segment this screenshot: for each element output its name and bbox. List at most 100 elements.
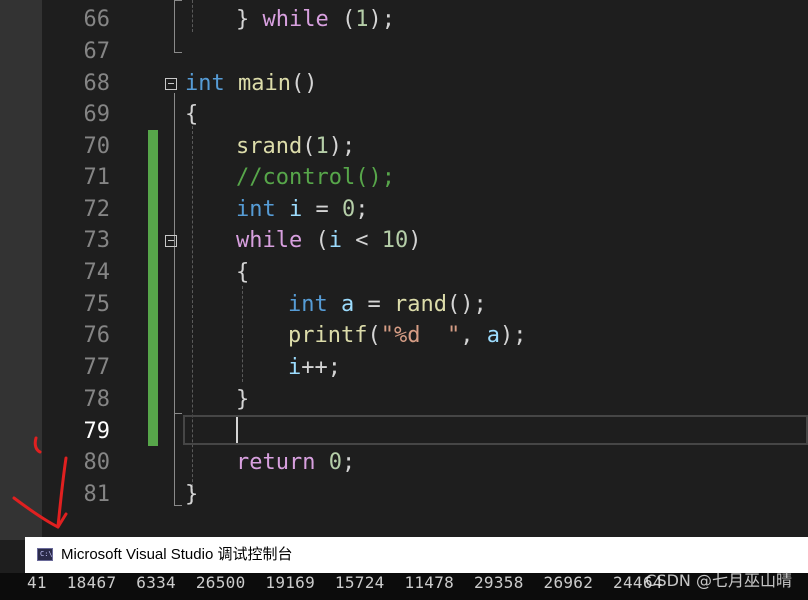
code-token: (: [302, 228, 329, 253]
code-line-71: 71 //control();: [42, 162, 808, 194]
code-editor[interactable]: 66 } while (1); 67 68 int main() 69 { 70…: [42, 0, 808, 540]
code-line-73: 73 while (i < 10): [42, 225, 808, 257]
code-text: {: [185, 99, 198, 131]
line-number: 74: [83, 260, 111, 285]
code-token: i: [288, 355, 302, 380]
code-text: int a = rand();: [288, 289, 487, 321]
console-title: Microsoft Visual Studio 调试控制台: [61, 546, 293, 563]
code-line-77: 77 i++;: [42, 352, 808, 384]
line-number: 79: [83, 419, 111, 444]
line-number: 72: [83, 197, 111, 222]
code-line-68: 68 int main(): [42, 68, 808, 100]
code-token: while: [236, 228, 303, 253]
code-token: }: [236, 7, 263, 32]
code-token: {: [185, 102, 199, 127]
code-token: (: [367, 323, 381, 348]
code-token: ,: [460, 323, 487, 348]
line-number: 71: [83, 165, 111, 190]
code-line-70: 70 srand(1);: [42, 131, 808, 163]
code-token: a: [341, 292, 355, 317]
code-token: return: [236, 450, 316, 475]
code-token: ++;: [301, 355, 341, 380]
code-token: =: [302, 197, 342, 222]
left-margin-strip: [0, 0, 42, 540]
code-token: ): [408, 228, 422, 253]
code-token: int: [236, 197, 276, 222]
line-number: 75: [83, 292, 111, 317]
code-token: int: [288, 292, 328, 317]
code-token: main: [238, 71, 291, 96]
console-app-icon: C:\: [37, 548, 53, 561]
code-text: i++;: [288, 352, 341, 384]
line-number: 80: [83, 450, 111, 475]
console-window-titlebar[interactable]: C:\ Microsoft Visual Studio 调试控制台: [25, 537, 808, 573]
code-token: (): [290, 71, 318, 96]
code-token: a: [486, 323, 500, 348]
code-line-81: 81 }: [42, 479, 808, 511]
line-number: 76: [83, 323, 111, 348]
code-token: );: [499, 323, 527, 348]
code-line-80: 80 return 0;: [42, 447, 808, 479]
code-token: rand: [394, 292, 447, 317]
code-line-72: 72 int i = 0;: [42, 194, 808, 226]
code-text: }: [236, 384, 249, 416]
code-line-74: 74 {: [42, 257, 808, 289]
code-token: printf: [288, 323, 368, 348]
watermark: CSDN @七月巫山晴: [645, 571, 792, 590]
code-line-75: 75 int a = rand();: [42, 289, 808, 321]
code-token: <: [341, 228, 382, 253]
code-token: }: [236, 387, 250, 412]
code-line-79: 79: [42, 416, 808, 448]
code-text: printf("%d ", a);: [288, 320, 526, 352]
code-text: //control();: [236, 162, 395, 194]
line-number: 81: [83, 482, 111, 507]
code-token: "%d ": [380, 323, 461, 348]
line-number: 70: [83, 134, 111, 159]
code-text: return 0;: [236, 447, 355, 479]
code-token: ();: [446, 292, 487, 317]
code-token: );: [328, 134, 356, 159]
code-text: while (i < 10): [236, 225, 421, 257]
fold-bracket-line: [174, 0, 182, 1]
code-token: while: [262, 7, 329, 32]
code-token: i: [328, 228, 342, 253]
code-token: );: [368, 7, 395, 32]
code-token: =: [354, 292, 394, 317]
code-token: 1: [355, 7, 369, 32]
code-line-78: 78 }: [42, 384, 808, 416]
line-number: 78: [83, 387, 111, 412]
code-token: srand: [236, 134, 303, 159]
code-text: {: [236, 257, 249, 289]
collapse-icon[interactable]: [165, 235, 177, 247]
code-token: }: [185, 482, 199, 507]
code-text: }: [185, 479, 198, 511]
code-text: } while (1);: [236, 4, 395, 36]
line-number: 67: [83, 39, 111, 64]
code-line-66: 66 } while (1);: [42, 4, 808, 36]
code-token: {: [236, 260, 250, 285]
collapse-icon[interactable]: [165, 78, 177, 90]
line-number: 73: [83, 228, 111, 253]
code-token: (: [328, 7, 356, 32]
code-token: 1: [315, 134, 329, 159]
code-token: 0: [328, 450, 342, 475]
code-token: i: [289, 197, 303, 222]
line-number: 68: [83, 71, 111, 96]
code-line-67: 67: [42, 36, 808, 68]
line-number: 69: [83, 102, 111, 127]
code-token: ;: [355, 197, 369, 222]
code-token: 0: [342, 197, 356, 222]
code-token: ;: [341, 450, 356, 475]
code-text: int main(): [185, 68, 317, 100]
code-text: int i = 0;: [236, 194, 369, 226]
code-line-76: 76 printf("%d ", a);: [42, 320, 808, 352]
console-output-line: 41 18467 6334 26500 19169 15724 11478 29…: [27, 573, 663, 592]
code-token: (: [302, 134, 316, 159]
code-line-69: 69 {: [42, 99, 808, 131]
code-text: srand(1);: [236, 131, 355, 163]
code-token: 10: [381, 228, 409, 253]
code-token: //control();: [236, 165, 395, 190]
